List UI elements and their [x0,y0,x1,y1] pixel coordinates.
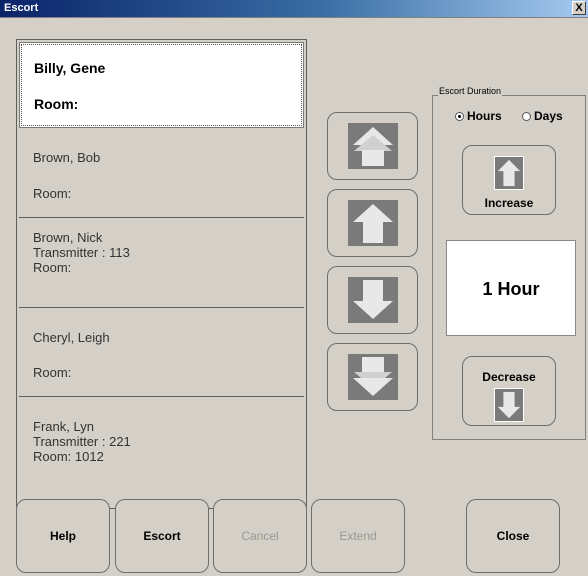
duration-display: 1 Hour [446,240,576,336]
help-button[interactable]: Help [16,499,110,573]
window-title: Escort [4,2,39,14]
title-bar: Escort X [0,0,588,17]
list-item[interactable]: Brown, Bob Room: [19,128,304,218]
close-window-button[interactable]: X [572,1,586,15]
close-button[interactable]: Close [466,499,560,573]
resident-list[interactable]: Billy, Gene Room: Brown, Bob Room: Brown… [16,39,307,509]
page-up-button[interactable] [327,112,418,180]
increase-button[interactable]: Increase [462,145,556,215]
list-item-selected[interactable]: Billy, Gene Room: [19,42,304,128]
escort-button[interactable]: Escort [115,499,209,573]
radio-unselected-icon [522,112,531,121]
resident-room: Room: [33,365,72,380]
resident-transmitter: Transmitter : 113 [33,245,130,260]
line-down-button[interactable] [327,266,418,334]
arrow-down-icon [348,277,398,323]
resident-name: Brown, Bob [33,150,101,165]
days-radio-label: Days [534,109,563,123]
escort-duration-label: Escort Duration [438,86,503,96]
list-item[interactable]: Frank, Lyn Transmitter : 221 Room: 1012 [19,397,304,508]
decrease-label: Decrease [482,370,536,384]
resident-name: Cheryl, Leigh [33,330,110,345]
hours-radio[interactable]: Hours [455,109,502,123]
days-radio[interactable]: Days [522,109,563,123]
resident-name: Billy, Gene [34,60,106,76]
arrow-down-icon [494,388,524,422]
decrease-button[interactable]: Decrease [462,356,556,426]
resident-room: Room: [33,186,72,201]
resident-name: Frank, Lyn [33,419,94,434]
list-item[interactable]: Cheryl, Leigh Room: [19,308,304,397]
page-down-button[interactable] [327,343,418,411]
cancel-button[interactable]: Cancel [213,499,307,573]
resident-room: Room: [34,96,79,112]
arrow-up-icon [494,156,524,190]
extend-button[interactable]: Extend [311,499,405,573]
hours-radio-label: Hours [467,109,502,123]
line-up-button[interactable] [327,189,418,257]
double-arrow-up-icon [348,123,398,169]
resident-transmitter: Transmitter : 221 [33,434,131,449]
list-item[interactable]: Brown, Nick Transmitter : 113 Room: [19,218,304,308]
arrow-up-icon [348,200,398,246]
increase-label: Increase [484,196,534,210]
resident-room: Room: [33,260,72,275]
double-arrow-down-icon [348,354,398,400]
resident-room: Room: 1012 [33,449,104,464]
resident-name: Brown, Nick [33,230,103,245]
radio-selected-icon [455,112,464,121]
